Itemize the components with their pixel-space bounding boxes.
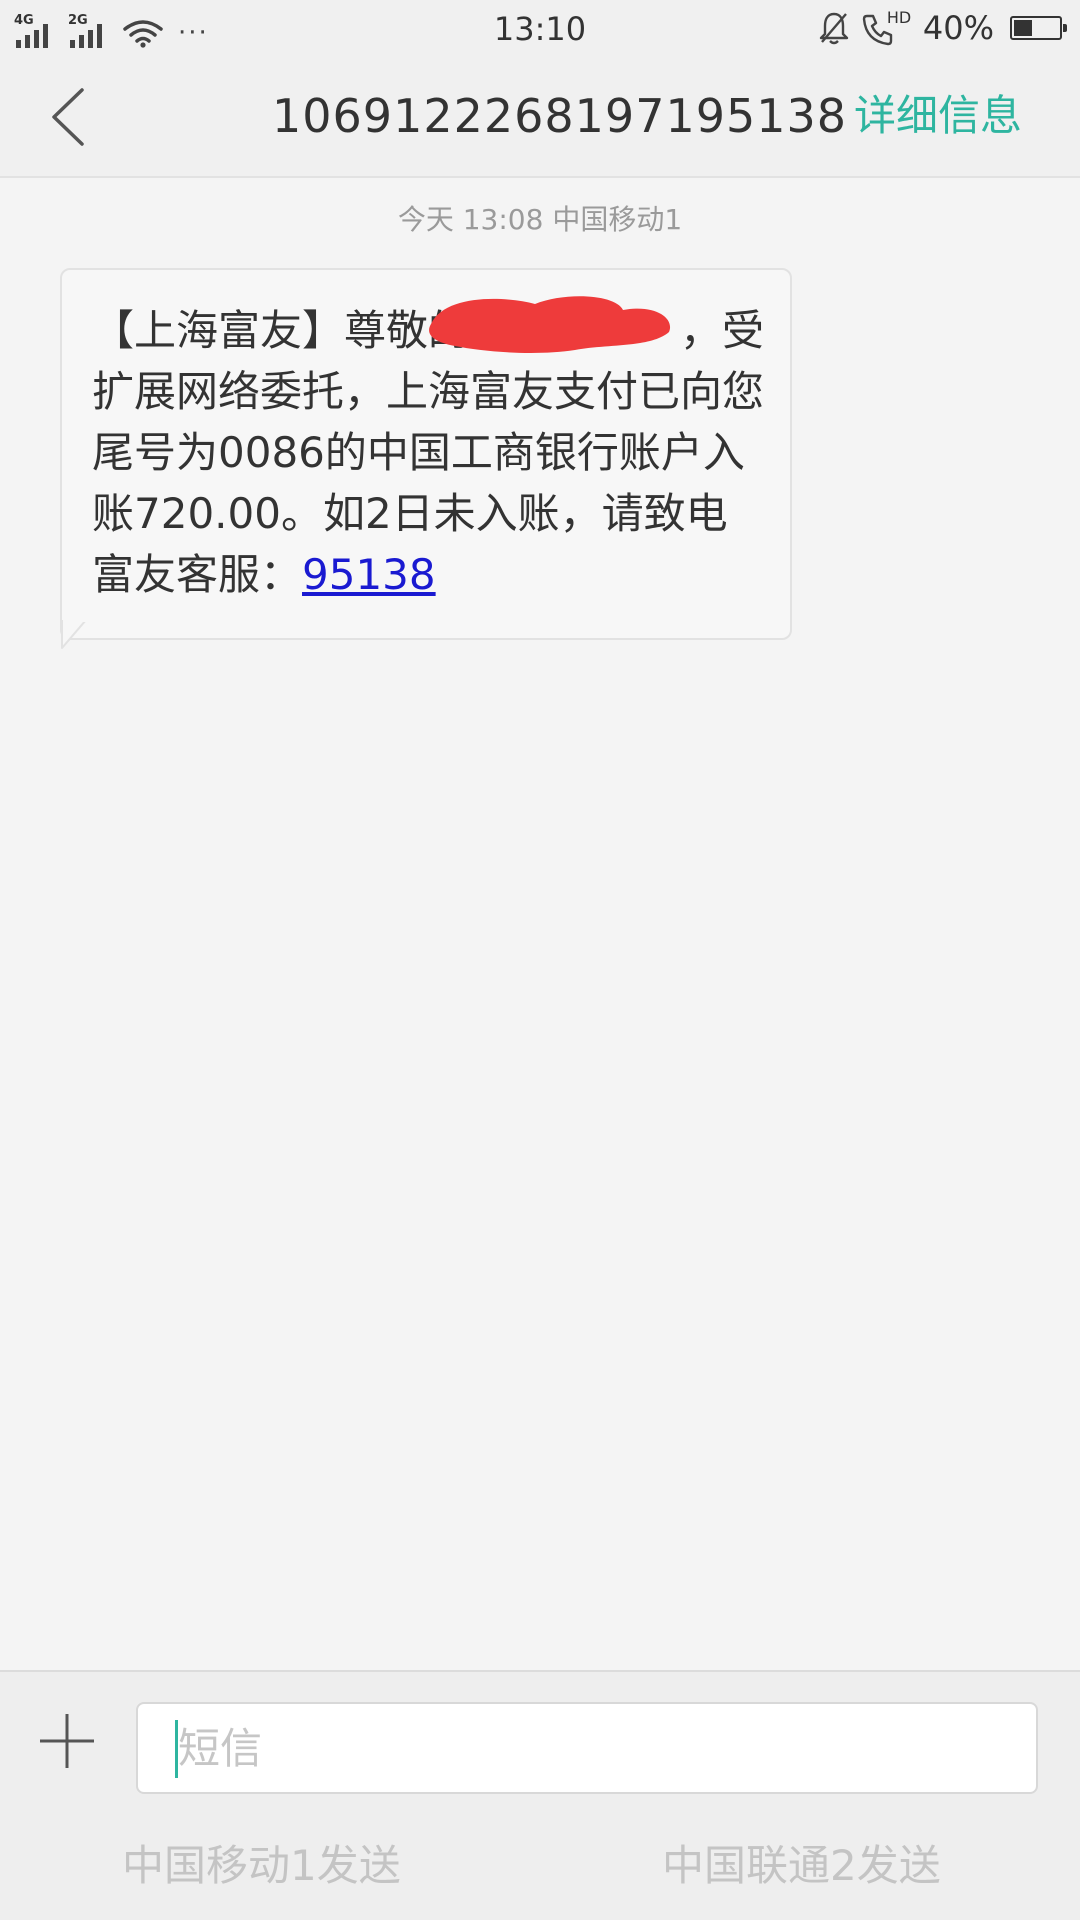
text-cursor	[175, 1720, 178, 1778]
plus-icon	[40, 1714, 94, 1768]
message-timestamp: 今天 13:08 中国移动1	[397, 203, 683, 236]
status-bar: 4G 2G ··· 13:10 HD 40%	[0, 0, 1080, 56]
phone-link[interactable]: 95138	[302, 550, 436, 599]
sms-input[interactable]	[136, 1702, 1038, 1794]
battery-icon	[1010, 16, 1067, 40]
composer-bar: 中国移动1发送 中国联通2发送	[0, 1670, 1080, 1920]
add-attachment-button[interactable]	[38, 1712, 96, 1770]
bell-muted-icon	[819, 12, 849, 45]
send-sim1-button[interactable]: 中国移动1发送	[122, 1836, 401, 1896]
redaction-scribble	[429, 296, 671, 353]
hd-call-icon: HD	[861, 8, 912, 46]
chevron-left-icon	[52, 88, 84, 146]
bubble-tail	[61, 620, 87, 649]
details-button[interactable]: 详细信息	[854, 86, 1022, 146]
contact-number-title: 1069122268197195138	[272, 89, 848, 143]
conversation-header: 1069122268197195138 详细信息	[0, 56, 1080, 178]
battery-percent: 40%	[922, 9, 994, 47]
back-button[interactable]	[40, 86, 100, 148]
send-sim2-button[interactable]: 中国联通2发送	[662, 1836, 941, 1896]
battery-level	[1014, 20, 1032, 36]
hd-badge: HD	[886, 8, 912, 27]
status-right: HD 40%	[819, 8, 1067, 48]
